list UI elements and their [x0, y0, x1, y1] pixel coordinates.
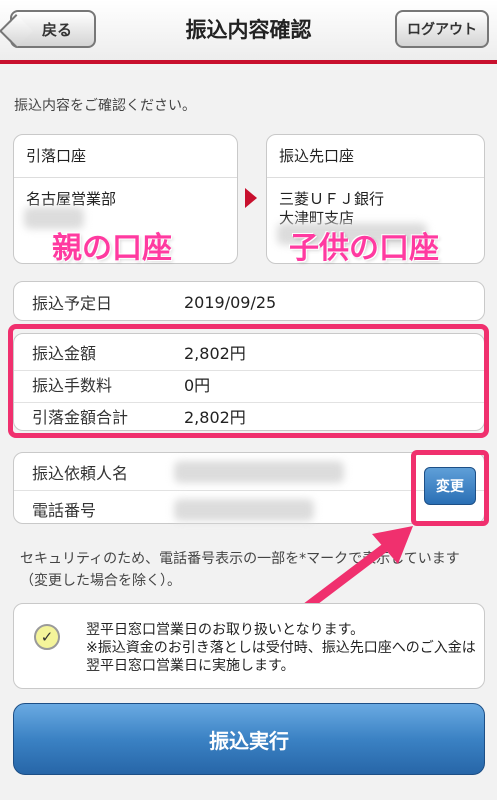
- info-box: ✓ 翌平日窓口営業日のお取り扱いとなります。 ※振込資金のお引き落としは受付時、…: [13, 603, 485, 689]
- check-icon: ✓: [34, 624, 60, 650]
- from-account-card: 引落口座 名古屋営業部 親の口座: [13, 134, 238, 266]
- instruction-text: 振込内容をご確認ください。: [14, 98, 196, 114]
- requester-name-label: 振込依頼人名: [32, 464, 129, 483]
- from-account-annotation: 親の口座: [52, 231, 172, 266]
- info-line-1: 翌平日窓口営業日のお取り扱いとなります。: [86, 622, 365, 638]
- header-bar: 戻る 振込内容確認 ログアウト: [0, 0, 497, 64]
- to-account-annotation: 子供の口座: [289, 231, 439, 266]
- caret-right-icon: [245, 188, 257, 208]
- change-button[interactable]: 変更: [424, 467, 476, 505]
- schedule-card: 振込予定日 2019/09/25: [13, 281, 485, 321]
- schedule-value: 2019/09/25: [184, 292, 277, 312]
- amount-highlight-frame: [8, 324, 489, 438]
- to-account-card: 振込先口座 三菱ＵＦＪ銀行 大津町支店 子供の口座: [266, 134, 485, 266]
- execute-button-label: 振込実行: [209, 728, 289, 753]
- logout-button[interactable]: ログアウト: [395, 10, 489, 48]
- change-button-label: 変更: [436, 479, 464, 495]
- schedule-label: 振込予定日: [32, 294, 113, 313]
- security-notice: セキュリティのため、電話番号表示の一部を*マークで表示しています（変更した場合を…: [20, 551, 460, 589]
- execute-transfer-button[interactable]: 振込実行: [13, 703, 485, 775]
- back-button[interactable]: 戻る: [10, 10, 96, 48]
- to-account-heading: 振込先口座: [267, 135, 484, 178]
- to-account-bank: 三菱ＵＦＪ銀行: [279, 190, 385, 208]
- blurred-requester-name: [174, 461, 344, 483]
- requester-phone-label: 電話番号: [32, 501, 97, 520]
- back-button-label: 戻る: [41, 20, 72, 39]
- page-title: 振込内容確認: [185, 18, 312, 42]
- logout-button-label: ログアウト: [407, 22, 477, 38]
- from-account-heading: 引落口座: [14, 135, 237, 178]
- blurred-phone-number: [174, 499, 314, 521]
- info-text: 翌平日窓口営業日のお取り扱いとなります。 ※振込資金のお引き落としは受付時、振込…: [86, 621, 476, 675]
- info-line-2: ※振込資金のお引き落としは受付時、振込先口座へのご入金は翌平日窓口営業日に実施し…: [86, 640, 476, 674]
